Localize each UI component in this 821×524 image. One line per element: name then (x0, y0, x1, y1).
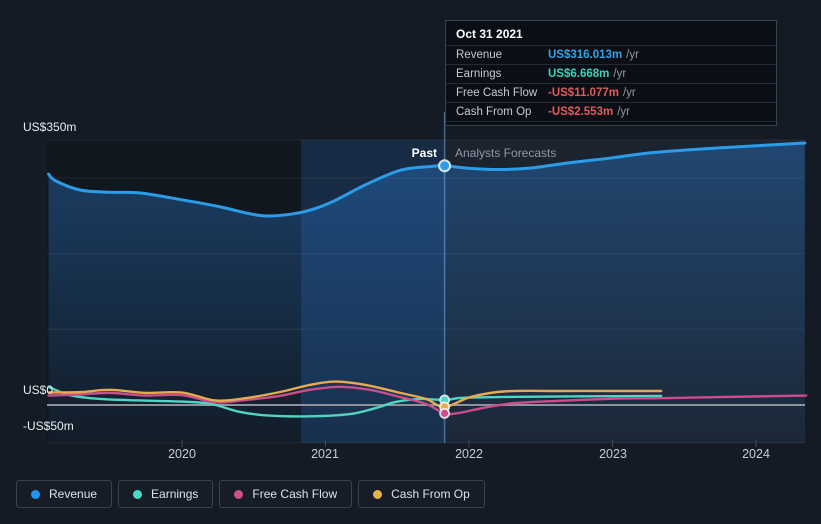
tooltip-row-label: Free Cash Flow (456, 87, 538, 99)
legend-item-free-cash-flow[interactable]: Free Cash Flow (219, 480, 353, 508)
x-axis-label-2020: 2020 (168, 447, 196, 461)
earnings-revenue-chart: US$350m US$0 -US$50m Past Analysts Forec… (0, 0, 821, 524)
x-axis-label-2022: 2022 (455, 447, 483, 461)
tooltip-row-label: Earnings (456, 68, 502, 80)
tooltip-row-value: -US$11.077m (548, 87, 619, 99)
tooltip-row-value: US$316.013m (548, 49, 623, 61)
free-cash-flow-color-dot-icon (234, 489, 244, 499)
x-axis-label-2021: 2021 (311, 447, 339, 461)
tooltip-row-cash-from-op: Cash From Op -US$2.553m /yr (446, 102, 776, 122)
tooltip-row-label: Revenue (456, 49, 503, 61)
legend-item-earnings[interactable]: Earnings (118, 480, 214, 508)
legend-item-cash-from-op[interactable]: Cash From Op (358, 480, 485, 508)
legend-item-label: Free Cash Flow (252, 487, 338, 501)
past-zone-label: Past (411, 146, 437, 160)
tooltip-row-revenue: Revenue US$316.013m /yr (446, 45, 776, 64)
tooltip-row-suffix: /yr (622, 87, 636, 99)
legend: Revenue Earnings Free Cash Flow Cash Fro… (16, 480, 485, 508)
free-cash-flow-marker-dot (439, 407, 451, 419)
y-axis-label-0: US$0 (23, 383, 54, 397)
analysts-forecasts-zone-label: Analysts Forecasts (455, 146, 557, 160)
cash-from-op-color-dot-icon (373, 489, 383, 499)
legend-item-revenue[interactable]: Revenue (16, 480, 113, 508)
tooltip-row-suffix: /yr (617, 106, 630, 118)
tooltip-date: Oct 31 2021 (456, 27, 523, 41)
revenue-color-dot-icon (31, 489, 40, 499)
tooltip-row-earnings: Earnings US$6.668m /yr (446, 64, 776, 83)
tooltip-row-label: Cash From Op (456, 106, 532, 118)
legend-item-label: Earnings (151, 487, 199, 501)
revenue-marker-dot (438, 159, 452, 173)
x-axis-label-2024: 2024 (742, 447, 770, 461)
tooltip-row-value: US$6.668m (548, 68, 610, 80)
legend-item-label: Revenue (49, 487, 98, 501)
legend-item-label: Cash From Op (391, 487, 470, 501)
tooltip-row-suffix: /yr (626, 49, 639, 61)
hover-tooltip: Oct 31 2021 Revenue US$316.013m /yr Earn… (445, 20, 777, 126)
earnings-color-dot-icon (133, 489, 143, 499)
tooltip-row-value: -US$2.553m (548, 106, 614, 118)
tooltip-row-free-cash-flow: Free Cash Flow -US$11.077m /yr (446, 83, 776, 102)
y-axis-label-350m: US$350m (23, 120, 77, 134)
x-axis-label-2023: 2023 (599, 447, 627, 461)
y-axis-label-neg50m: -US$50m (23, 419, 74, 433)
tooltip-row-suffix: /yr (613, 68, 627, 80)
